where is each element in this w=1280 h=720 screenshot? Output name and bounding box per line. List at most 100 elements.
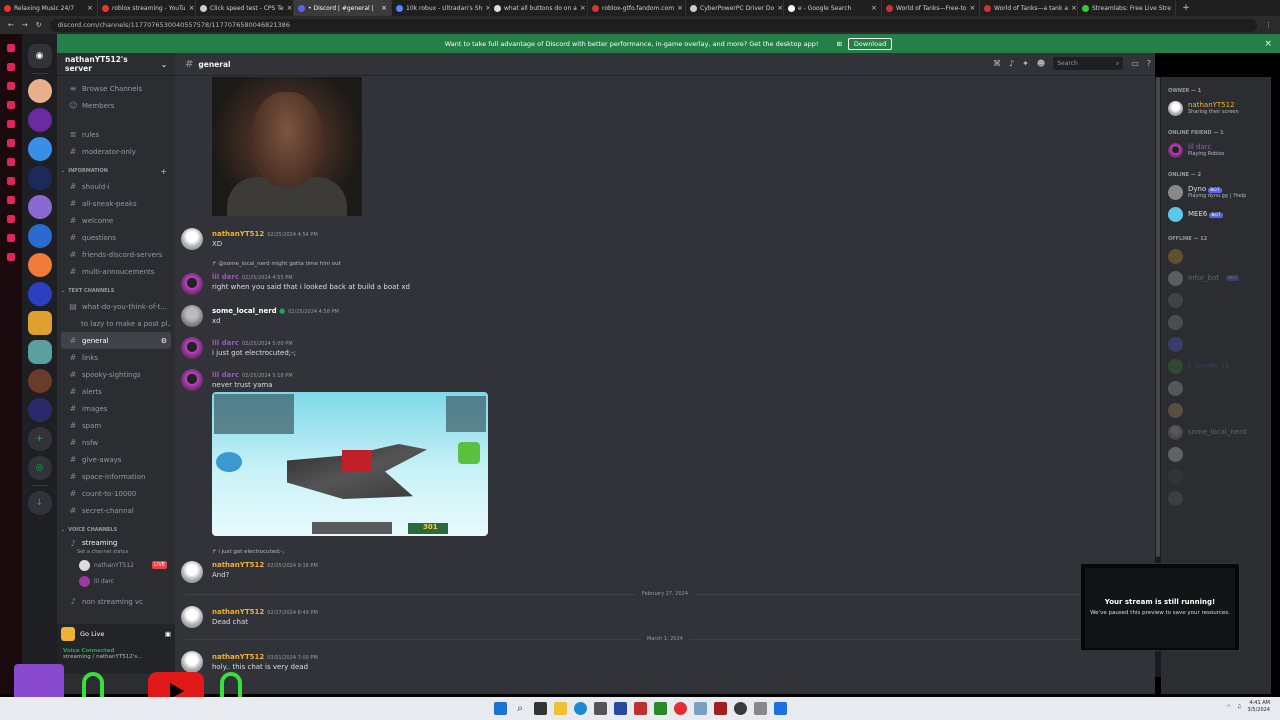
server-icon[interactable] xyxy=(27,253,52,277)
screen-share-icon[interactable]: ▣ xyxy=(165,630,171,638)
reply-preview[interactable]: i just got electrocuted;-; xyxy=(218,549,284,555)
member-item-offline[interactable]: t_lincoln_11 xyxy=(1161,355,1271,377)
channel-item[interactable]: # multi-annoucements xyxy=(61,263,171,280)
go-live-panel[interactable]: Go Live ▣ xyxy=(57,624,175,644)
server-icon[interactable] xyxy=(27,369,52,393)
username[interactable]: some_local_nerd xyxy=(212,307,277,315)
chat-message[interactable]: nathanYT512 02/27/2024 8:49 PM Dead chat xyxy=(181,606,1081,630)
member-item-offline[interactable]: infor_bot BOT xyxy=(1161,267,1271,289)
voice-user[interactable]: lil darc xyxy=(57,573,175,589)
download-apps-icon[interactable]: ↓ xyxy=(27,491,52,515)
forward-icon[interactable]: → xyxy=(22,21,28,29)
stream-preview[interactable]: Your stream is still running! We've paus… xyxy=(1080,563,1240,651)
close-tab-icon[interactable]: × xyxy=(381,4,387,12)
app-icon[interactable] xyxy=(633,702,647,715)
new-tab-button[interactable]: + xyxy=(1176,0,1196,16)
avatar[interactable] xyxy=(181,369,203,391)
channel-item[interactable]: # spam xyxy=(61,417,171,434)
channel-item[interactable]: # nsfw xyxy=(61,434,171,451)
username[interactable]: lil darc xyxy=(212,371,239,379)
username[interactable]: lil darc xyxy=(212,339,239,347)
member-list-icon[interactable]: ☻ xyxy=(1037,59,1045,68)
discord-home-icon[interactable]: ◉ xyxy=(27,44,52,68)
server-icon[interactable] xyxy=(27,137,52,161)
chat-message[interactable]: some_local_nerd ● 02/25/2024 4:58 PM xd xyxy=(181,305,1081,329)
avatar[interactable] xyxy=(181,228,203,250)
help-icon[interactable]: ? xyxy=(1147,59,1151,68)
browser-tab[interactable]: what all buttons do on a × xyxy=(490,0,588,16)
channel-status[interactable]: Set a channel status xyxy=(57,549,175,557)
forum-post[interactable]: to lazy to make a post pl... xyxy=(61,315,171,332)
channel-item[interactable]: # links xyxy=(61,349,171,366)
search-input[interactable]: Search ⌕ xyxy=(1053,57,1124,70)
channel-item[interactable]: # space-information xyxy=(61,468,171,485)
browser-tab[interactable]: Streamlabs: Free Live Stre× xyxy=(1078,0,1176,16)
username[interactable]: nathanYT512 xyxy=(212,561,264,569)
server-icon[interactable] xyxy=(27,195,52,219)
app-icon[interactable] xyxy=(693,702,707,715)
side-panel-icon[interactable] xyxy=(7,44,15,52)
server-icon[interactable] xyxy=(27,311,52,335)
file-explorer-icon[interactable] xyxy=(553,702,567,715)
channel-item[interactable]: # alerts xyxy=(61,383,171,400)
app-icon[interactable] xyxy=(593,702,607,715)
browser-tab[interactable]: CyberPowerPC Driver Do × xyxy=(686,0,784,16)
close-tab-icon[interactable]: × xyxy=(287,4,293,12)
windows-start-icon[interactable] xyxy=(493,702,507,715)
server-icon-active[interactable] xyxy=(27,340,52,364)
app-icon[interactable] xyxy=(753,702,767,715)
edge-icon[interactable] xyxy=(573,702,587,715)
channel-item[interactable]: # questions xyxy=(61,229,171,246)
chat-message[interactable]: lil darc 02/25/2024 5:18 PM never trust y… xyxy=(181,369,1081,393)
download-button[interactable]: Download xyxy=(847,37,893,50)
browser-tab[interactable]: 10k robux - Ultradan's Sh× xyxy=(392,0,490,16)
server-icon[interactable] xyxy=(27,166,52,190)
task-view-icon[interactable] xyxy=(533,702,547,715)
chat-message[interactable]: nathanYT512 03/01/2024 7:00 PM holy.. thi… xyxy=(181,651,1081,675)
reply-preview[interactable]: @some_local_nerd might gotta time him ou… xyxy=(218,261,340,267)
obs-icon[interactable] xyxy=(733,702,747,715)
username[interactable]: lil darc xyxy=(212,273,239,281)
channel-item[interactable]: # spooky-sightings xyxy=(61,366,171,383)
side-panel-icon[interactable] xyxy=(7,253,15,261)
chat-message[interactable]: lil darc 02/25/2024 5:00 PM i just got el… xyxy=(181,337,1081,361)
close-tab-icon[interactable]: × xyxy=(871,4,877,12)
game-screenshot-attachment[interactable]: 301 xyxy=(212,392,488,536)
side-panel-icon[interactable] xyxy=(7,101,15,109)
forum-channel[interactable]: ▤ what-do-you-think-of-t... xyxy=(61,298,171,315)
channel-item[interactable]: # secret-channal xyxy=(61,502,171,519)
settings-gear-icon[interactable]: ⚙ xyxy=(161,337,167,345)
voice-channel[interactable]: ♪ non streaming vc xyxy=(61,593,171,610)
avatar[interactable] xyxy=(181,273,203,295)
opera-icon[interactable] xyxy=(673,702,687,715)
avatar[interactable] xyxy=(181,305,203,327)
url-field[interactable]: discord.com/channels/1177076530040557578… xyxy=(49,18,1257,32)
image-attachment[interactable] xyxy=(212,77,362,216)
explore-icon[interactable]: ◎ xyxy=(27,456,52,480)
voice-channel-streaming[interactable]: ♪ streaming xyxy=(61,537,171,549)
app-icon[interactable] xyxy=(613,702,627,715)
browser-tab[interactable]: roblox-gtfo.fandom.com × xyxy=(588,0,686,16)
side-panel-icon[interactable] xyxy=(7,177,15,185)
side-panel-icon[interactable] xyxy=(7,139,15,147)
side-panel-icon[interactable] xyxy=(7,234,15,242)
channel-general-active[interactable]: # general ⚙ xyxy=(61,332,171,349)
channel-item[interactable]: # count-to-10000 xyxy=(61,485,171,502)
close-tab-icon[interactable]: × xyxy=(777,4,783,12)
avatar[interactable] xyxy=(181,606,203,628)
close-tab-icon[interactable]: × xyxy=(969,4,975,12)
app-icon[interactable] xyxy=(773,702,787,715)
member-item-offline[interactable] xyxy=(1161,399,1271,421)
browser-tab-active[interactable]: • Discord | #general | × xyxy=(294,0,392,16)
pin-icon[interactable]: ✦ xyxy=(1022,59,1029,68)
channel-item[interactable]: # friends-discord-servers xyxy=(61,246,171,263)
side-panel-icon[interactable] xyxy=(7,158,15,166)
browser-tab[interactable]: World of Tanks—Free-to × xyxy=(882,0,980,16)
member-item-offline[interactable] xyxy=(1161,333,1271,355)
app-icon[interactable] xyxy=(713,702,727,715)
close-tab-icon[interactable]: × xyxy=(189,4,195,12)
browser-tab[interactable]: Relaxing Music 24/7 × xyxy=(0,0,98,16)
close-tab-icon[interactable]: × xyxy=(1071,4,1077,12)
voice-user[interactable]: nathanYT512 LIVE xyxy=(57,557,175,573)
server-icon[interactable] xyxy=(27,398,52,422)
